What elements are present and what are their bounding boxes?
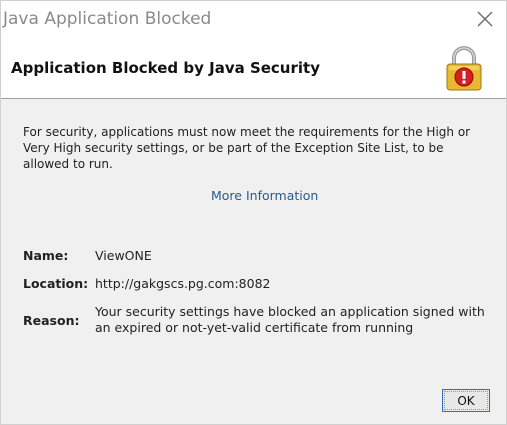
security-message: For security, applications must now meet… [23,125,471,171]
reason-label: Reason: [23,312,80,328]
name-value: ViewONE [95,248,152,263]
name-label: Name: [23,248,69,263]
title-bar[interactable]: Java Application Blocked [1,1,506,39]
reason-row: Reason: Your security settings have bloc… [23,304,493,336]
ok-button[interactable]: OK [442,389,490,412]
name-row: Name: ViewONE [23,248,493,264]
details-section: Name: ViewONE Location: http://gakgscs.p… [23,248,493,348]
dialog-window: Java Application Blocked Application Blo… [0,0,507,425]
location-row: Location: http://gakgscs.pg.com:8082 [23,276,493,292]
more-information-link[interactable]: More Information [211,188,318,203]
close-icon[interactable] [474,8,496,30]
lock-warning-icon [445,44,483,92]
window-title: Java Application Blocked [3,9,212,29]
dialog-header: Application Blocked by Java Security [1,39,506,99]
reason-value: Your security settings have blocked an a… [95,304,485,335]
location-value: http://gakgscs.pg.com:8082 [95,276,271,291]
location-label: Location: [23,276,89,291]
header-title: Application Blocked by Java Security [11,59,320,77]
